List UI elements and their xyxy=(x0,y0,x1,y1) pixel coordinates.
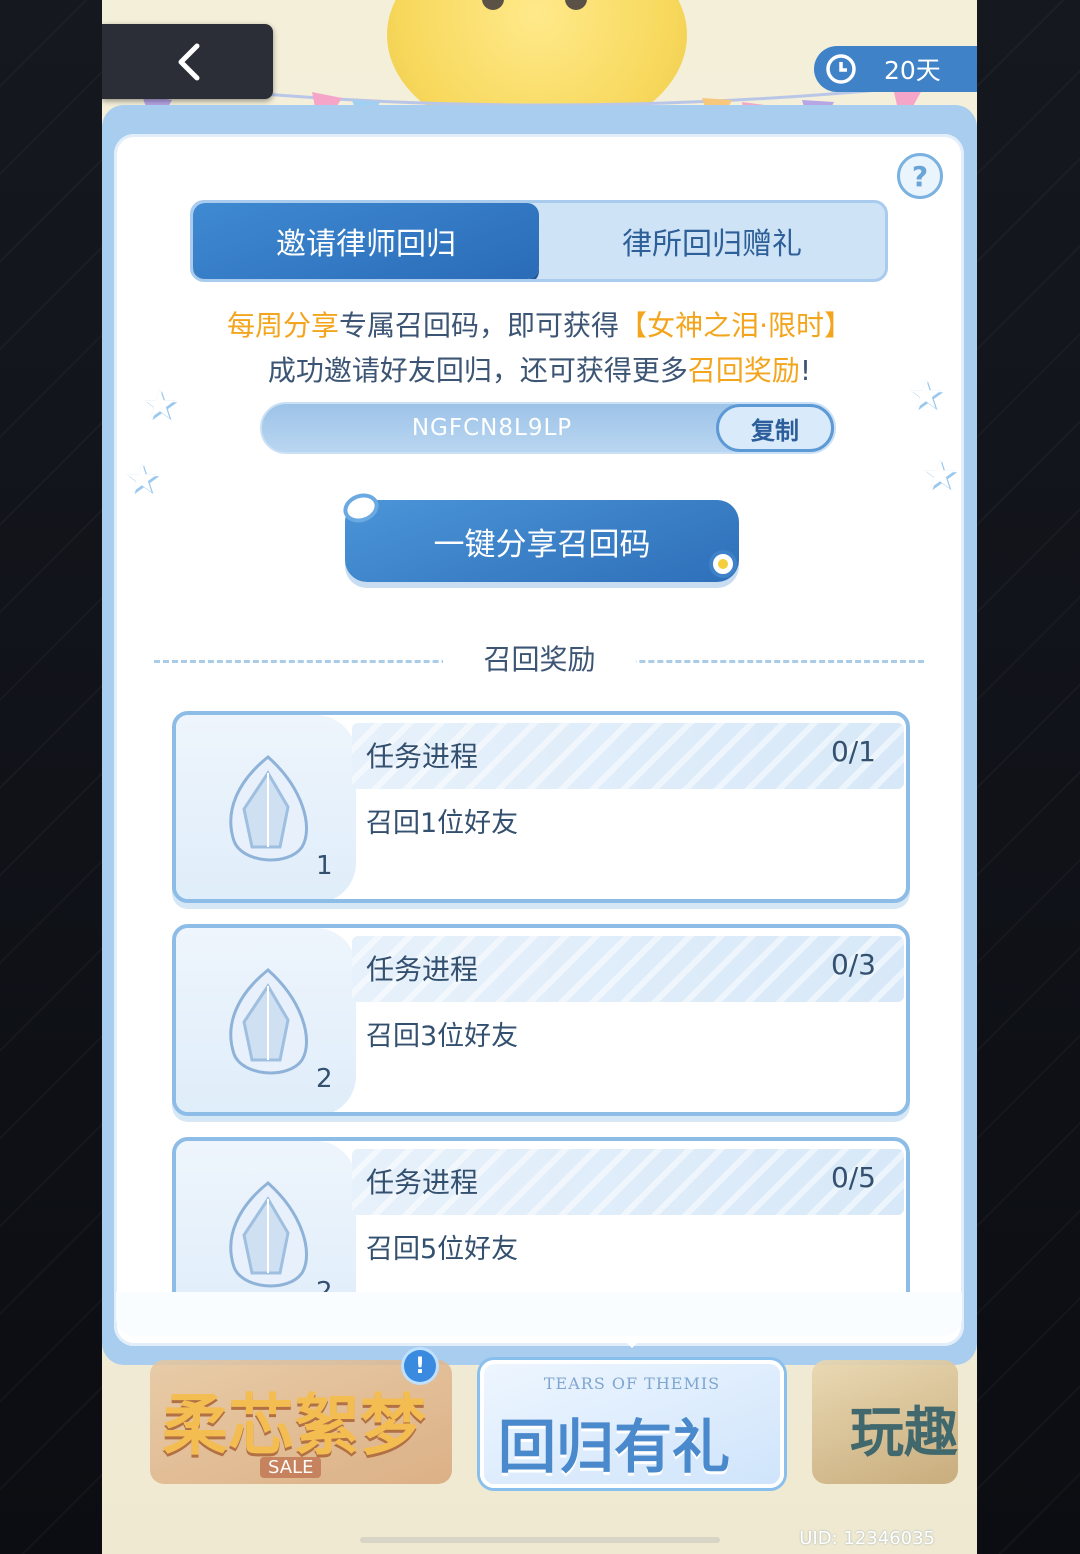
reward-quantity: 2 xyxy=(316,1277,333,1293)
banner-title: 回归有礼 xyxy=(498,1413,731,1481)
panel-footer xyxy=(116,1292,962,1336)
task-title: 任务进程 xyxy=(366,740,479,773)
description-line-2: 成功邀请好友回归，还可获得更多召回奖励! xyxy=(102,349,977,389)
chevron-left-icon xyxy=(178,43,199,80)
notification-badge-icon: ! xyxy=(404,1350,436,1382)
remaining-time-badge: 20天 xyxy=(814,46,977,92)
task-card: 2 任务进程 0/3 召回3位好友 xyxy=(172,924,910,1116)
goddess-tear-gem-icon xyxy=(229,755,309,862)
sun-eye xyxy=(565,0,587,10)
tab-bar: 邀请律师回归 律所回归赠礼 xyxy=(190,200,888,282)
task-description: 召回1位好友 xyxy=(366,808,519,839)
star-decoration: ★ xyxy=(922,452,958,498)
star-decoration: ★ xyxy=(124,456,160,502)
task-progress: 0/1 xyxy=(830,735,876,768)
description-text: 专属召回码，即可获得 xyxy=(339,309,620,342)
share-code-button[interactable]: 一键分享召回码 xyxy=(339,488,739,582)
tab-invite-lawyer[interactable]: 邀请律师回归 xyxy=(193,203,539,279)
highlight-text: 召回奖励 xyxy=(687,354,800,387)
event-banner-carousel[interactable]: 柔芯絮梦 SALE ! TEARS OF THEMIS 回归有礼 玩趣 xyxy=(102,1350,977,1500)
task-progress: 0/5 xyxy=(830,1161,876,1194)
task-list[interactable]: 1 任务进程 0/1 召回1位好友 2 任务进程 0/3 召回3位好友 2 任务… xyxy=(172,707,912,1293)
clock-icon xyxy=(826,54,856,84)
button-gem-icon xyxy=(709,550,737,578)
description-text: ! xyxy=(799,354,812,387)
selected-banner-caret xyxy=(622,1338,642,1348)
task-card: 1 任务进程 0/1 召回1位好友 xyxy=(172,711,910,903)
share-code-label: 一键分享召回码 xyxy=(433,526,651,563)
game-logo-text: TEARS OF THEMIS xyxy=(543,1374,721,1393)
task-description: 召回3位好友 xyxy=(366,1021,519,1052)
sale-tag: SALE xyxy=(260,1457,322,1478)
right-letterbox xyxy=(977,0,1080,1554)
reward-quantity: 1 xyxy=(316,851,333,881)
back-button[interactable] xyxy=(102,24,273,99)
banner-title: 柔芯絮梦 xyxy=(162,1386,426,1464)
recall-code-field: NGFCN8L9LP 复制 xyxy=(260,402,836,454)
banner-title: 玩趣 xyxy=(850,1400,958,1464)
home-indicator[interactable] xyxy=(360,1537,720,1543)
task-progress: 0/3 xyxy=(830,948,876,981)
event-screen: 20天 ★ ★ ★ ★ ? 邀请律师回归 律所回归赠礼 每周分享专属召回码，即可… xyxy=(102,0,977,1554)
help-icon[interactable]: ? xyxy=(897,153,943,199)
task-description: 召回5位好友 xyxy=(366,1234,519,1265)
tab-return-gift[interactable]: 律所回归赠礼 xyxy=(539,203,885,279)
banner-fun[interactable]: 玩趣 xyxy=(812,1360,958,1484)
highlight-text: 【女神之泪·限时】 xyxy=(619,309,852,342)
uid-label: UID: 12346035 xyxy=(799,1528,935,1549)
highlight-text: 每周分享 xyxy=(227,309,340,342)
sun-eye xyxy=(482,0,504,10)
banner-return-gift[interactable]: TEARS OF THEMIS 回归有礼 xyxy=(480,1360,784,1488)
banner-soft-dream[interactable]: 柔芯絮梦 SALE xyxy=(150,1360,452,1484)
remaining-time-label: 20天 xyxy=(884,56,941,85)
task-title: 任务进程 xyxy=(366,1166,479,1199)
reward-quantity: 2 xyxy=(316,1064,333,1094)
description-text: 成功邀请好友回归，还可获得更多 xyxy=(267,354,688,387)
task-card: 2 任务进程 0/5 召回5位好友 xyxy=(172,1137,910,1293)
goddess-tear-gem-icon xyxy=(229,968,309,1075)
section-title: 召回奖励 xyxy=(102,638,977,678)
section-title-text: 召回奖励 xyxy=(443,643,636,676)
copy-button[interactable]: 复制 xyxy=(716,404,834,452)
description-line-1: 每周分享专属召回码，即可获得【女神之泪·限时】 xyxy=(102,304,977,344)
left-letterbox xyxy=(0,0,102,1554)
task-title: 任务进程 xyxy=(366,953,479,986)
goddess-tear-gem-icon xyxy=(229,1181,309,1288)
recall-code-value: NGFCN8L9LP xyxy=(411,415,573,441)
